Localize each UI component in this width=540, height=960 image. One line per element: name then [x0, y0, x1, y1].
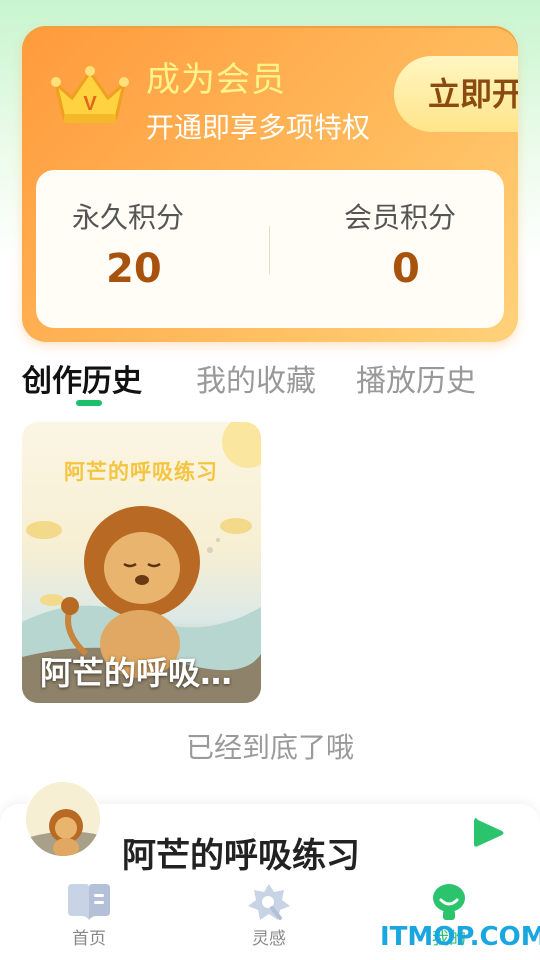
member-points-label: 会员积分: [344, 201, 457, 234]
vip-subtitle: 开通即享多项特权: [146, 111, 371, 144]
nav-home[interactable]: 首页: [44, 882, 134, 949]
vip-title: 成为会员: [146, 60, 286, 100]
crown-icon: V: [51, 66, 129, 123]
content-tabs: 创作历史 我的收藏 播放历史: [22, 356, 522, 412]
vip-card[interactable]: V 成为会员 开通即享多项特权 立即开通 永久积分 20 会员积分 0: [22, 26, 518, 342]
work-caption: 阿芒的呼吸练习: [40, 654, 240, 692]
tab-play-history[interactable]: 播放历史: [356, 356, 476, 400]
watermark: ITMOP.COM: [380, 922, 540, 952]
points-panel: 永久积分 20 会员积分 0: [36, 170, 504, 328]
svg-text:V: V: [83, 93, 97, 115]
open-membership-button[interactable]: 立即开通: [394, 56, 518, 132]
list-end-text: 已经到底了哦: [185, 731, 354, 764]
nav-home-label: 首页: [72, 929, 106, 949]
permanent-points[interactable]: 永久积分 20: [36, 170, 270, 328]
tab-my-favorites[interactable]: 我的收藏: [196, 356, 316, 400]
player-title: 阿芒的呼吸练习: [122, 836, 360, 876]
nav-inspiration[interactable]: 灵感: [224, 882, 314, 949]
inspiration-icon: [248, 884, 290, 920]
book-icon: [68, 884, 110, 920]
permanent-points-label: 永久积分: [72, 201, 185, 234]
permanent-points-value: 20: [106, 246, 162, 292]
member-points-value: 0: [392, 246, 420, 292]
active-tab-indicator: [76, 400, 102, 406]
work-art-title: 阿芒的呼吸练习: [64, 460, 218, 484]
tab-creation-history[interactable]: 创作历史: [22, 356, 142, 400]
lion-thumbnail-image: [26, 782, 100, 856]
nav-inspiration-label: 灵感: [252, 929, 286, 949]
work-card[interactable]: 阿芒的呼吸练习 阿芒的呼吸练习: [22, 422, 261, 703]
profile-icon: [433, 884, 465, 920]
player-thumbnail[interactable]: [24, 780, 102, 858]
play-icon[interactable]: [470, 814, 506, 852]
member-points[interactable]: 会员积分 0: [270, 170, 504, 328]
